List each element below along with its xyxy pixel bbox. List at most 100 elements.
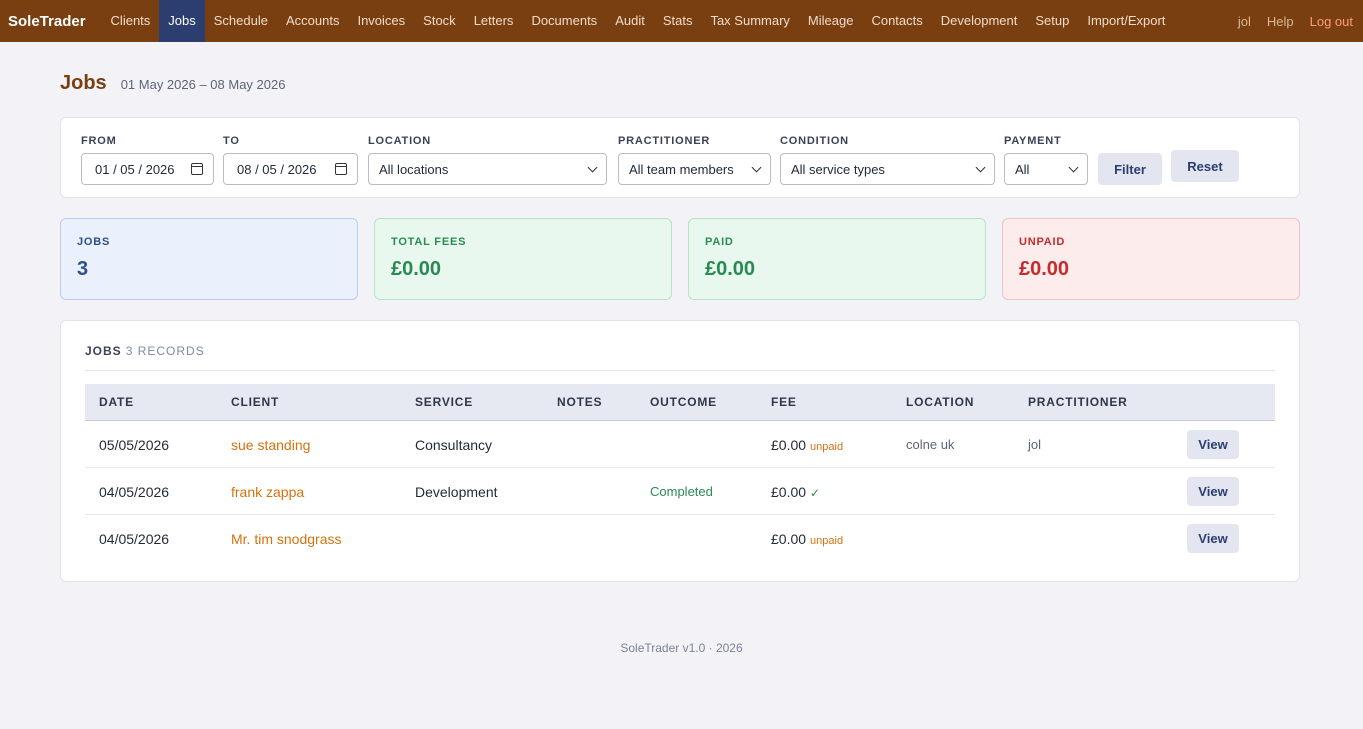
- location-group: LOCATION All locations: [368, 135, 607, 185]
- cell-fee: £0.00 ✓: [771, 484, 820, 500]
- practitioner-group: PRACTITIONER All team members: [618, 135, 771, 185]
- cell-location: colne uk: [906, 437, 955, 452]
- nav-accounts[interactable]: Accounts: [277, 0, 348, 42]
- stat-paid-value: £0.00: [705, 258, 756, 280]
- nav-audit[interactable]: Audit: [606, 0, 654, 42]
- nav-tax-summary[interactable]: Tax Summary: [701, 0, 798, 42]
- stat-total-fees: TOTAL FEES £0.00: [374, 218, 672, 300]
- table-row: 04/05/2026 frank zappa Development Compl…: [85, 468, 1275, 515]
- calendar-icon[interactable]: [191, 163, 203, 175]
- from-date-value: 01 / 05 / 2026: [95, 161, 175, 177]
- table-heading: JOBS 3 RECORDS: [85, 344, 205, 358]
- table-title: JOBS: [85, 344, 122, 358]
- payment-select[interactable]: All: [1004, 153, 1088, 185]
- payment-group: PAYMENT All: [1004, 135, 1088, 185]
- stat-jobs-value: 3: [77, 258, 89, 280]
- condition-select-value: All service types: [791, 161, 885, 177]
- stat-unpaid: UNPAID £0.00: [1002, 218, 1300, 300]
- nav-import-export[interactable]: Import/Export: [1078, 0, 1174, 42]
- nav-help[interactable]: Help: [1259, 14, 1302, 29]
- logout-link[interactable]: Log out: [1302, 14, 1363, 29]
- col-notes[interactable]: NOTES: [557, 395, 602, 409]
- col-fee[interactable]: FEE: [771, 395, 797, 409]
- from-group: FROM 01 / 05 / 2026: [81, 135, 214, 185]
- from-date-input[interactable]: 01 / 05 / 2026: [81, 153, 214, 185]
- col-service[interactable]: SERVICE: [415, 395, 473, 409]
- client-link[interactable]: sue standing: [231, 437, 310, 453]
- practitioner-label: PRACTITIONER: [618, 135, 711, 147]
- top-nav: SoleTrader Clients Jobs Schedule Account…: [0, 0, 1363, 42]
- col-location[interactable]: LOCATION: [906, 395, 974, 409]
- to-date-value: 08 / 05 / 2026: [237, 161, 317, 177]
- from-label: FROM: [81, 135, 117, 147]
- table-header: DATE CLIENT SERVICE NOTES OUTCOME FEE LO…: [85, 384, 1275, 421]
- page-header: Jobs 01 May 2026 – 08 May 2026: [60, 72, 285, 95]
- col-date[interactable]: DATE: [99, 395, 134, 409]
- col-client[interactable]: CLIENT: [231, 395, 279, 409]
- fee-amount: £0.00: [771, 484, 807, 500]
- nav-development[interactable]: Development: [932, 0, 1027, 42]
- stat-unpaid-value: £0.00: [1019, 258, 1070, 280]
- stat-jobs-label: JOBS: [77, 236, 111, 248]
- stat-paid: PAID £0.00: [688, 218, 986, 300]
- cell-date: 04/05/2026: [99, 531, 170, 547]
- nav-stats[interactable]: Stats: [654, 0, 702, 42]
- cell-date: 05/05/2026: [99, 437, 170, 453]
- chevron-down-icon: [975, 162, 986, 172]
- table-row: 05/05/2026 sue standing Consultancy £0.0…: [85, 421, 1275, 468]
- filter-button[interactable]: Filter: [1098, 153, 1162, 185]
- client-link[interactable]: frank zappa: [231, 484, 304, 500]
- practitioner-select-value: All team members: [629, 161, 734, 177]
- nav-mileage[interactable]: Mileage: [799, 0, 863, 42]
- nav-jobs[interactable]: Jobs: [159, 0, 205, 42]
- location-select-value: All locations: [379, 161, 449, 177]
- view-button[interactable]: View: [1187, 524, 1239, 553]
- cell-service: Development: [415, 484, 498, 500]
- fee-amount: £0.00: [771, 531, 807, 547]
- nav-setup[interactable]: Setup: [1026, 0, 1078, 42]
- chevron-down-icon: [1068, 162, 1079, 172]
- reset-button[interactable]: Reset: [1171, 150, 1239, 182]
- paid-check-icon: ✓: [810, 486, 821, 500]
- brand-logo[interactable]: SoleTrader: [8, 13, 86, 30]
- chevron-down-icon: [587, 162, 598, 172]
- fee-amount: £0.00: [771, 437, 807, 453]
- cell-date: 04/05/2026: [99, 484, 170, 500]
- condition-select[interactable]: All service types: [780, 153, 995, 185]
- divider: [85, 370, 1275, 371]
- col-practitioner[interactable]: PRACTITIONER: [1028, 395, 1128, 409]
- client-link[interactable]: Mr. tim snodgrass: [231, 531, 341, 547]
- practitioner-select[interactable]: All team members: [618, 153, 771, 185]
- nav-user[interactable]: jol: [1230, 14, 1259, 29]
- stat-unpaid-label: UNPAID: [1019, 236, 1066, 248]
- cell-outcome: Completed: [650, 484, 713, 499]
- view-button[interactable]: View: [1187, 430, 1239, 459]
- location-select[interactable]: All locations: [368, 153, 607, 185]
- cell-service: Consultancy: [415, 437, 493, 453]
- cell-practitioner: jol: [1028, 437, 1042, 452]
- payment-select-value: All: [1015, 161, 1030, 177]
- nav-schedule[interactable]: Schedule: [205, 0, 277, 42]
- nav-letters[interactable]: Letters: [465, 0, 523, 42]
- nav-invoices[interactable]: Invoices: [348, 0, 414, 42]
- jobs-table-card: JOBS 3 RECORDS DATE CLIENT SERVICE NOTES …: [60, 320, 1300, 582]
- to-group: TO 08 / 05 / 2026: [223, 135, 358, 185]
- condition-label: CONDITION: [780, 135, 849, 147]
- view-button[interactable]: View: [1187, 477, 1239, 506]
- stat-paid-label: PAID: [705, 236, 734, 248]
- to-date-input[interactable]: 08 / 05 / 2026: [223, 153, 358, 185]
- nav-contacts[interactable]: Contacts: [862, 0, 931, 42]
- col-outcome[interactable]: OUTCOME: [650, 395, 717, 409]
- page-title: Jobs: [60, 72, 107, 94]
- payment-label: PAYMENT: [1004, 135, 1062, 147]
- chevron-down-icon: [751, 162, 762, 172]
- stat-fees-value: £0.00: [391, 258, 442, 280]
- condition-group: CONDITION All service types: [780, 135, 995, 185]
- stat-jobs: JOBS 3: [60, 218, 358, 300]
- cell-fee: £0.00 unpaid: [771, 437, 843, 453]
- nav-clients[interactable]: Clients: [102, 0, 160, 42]
- calendar-icon[interactable]: [335, 163, 347, 175]
- unpaid-badge: unpaid: [810, 535, 844, 547]
- nav-documents[interactable]: Documents: [522, 0, 606, 42]
- nav-stock[interactable]: Stock: [414, 0, 465, 42]
